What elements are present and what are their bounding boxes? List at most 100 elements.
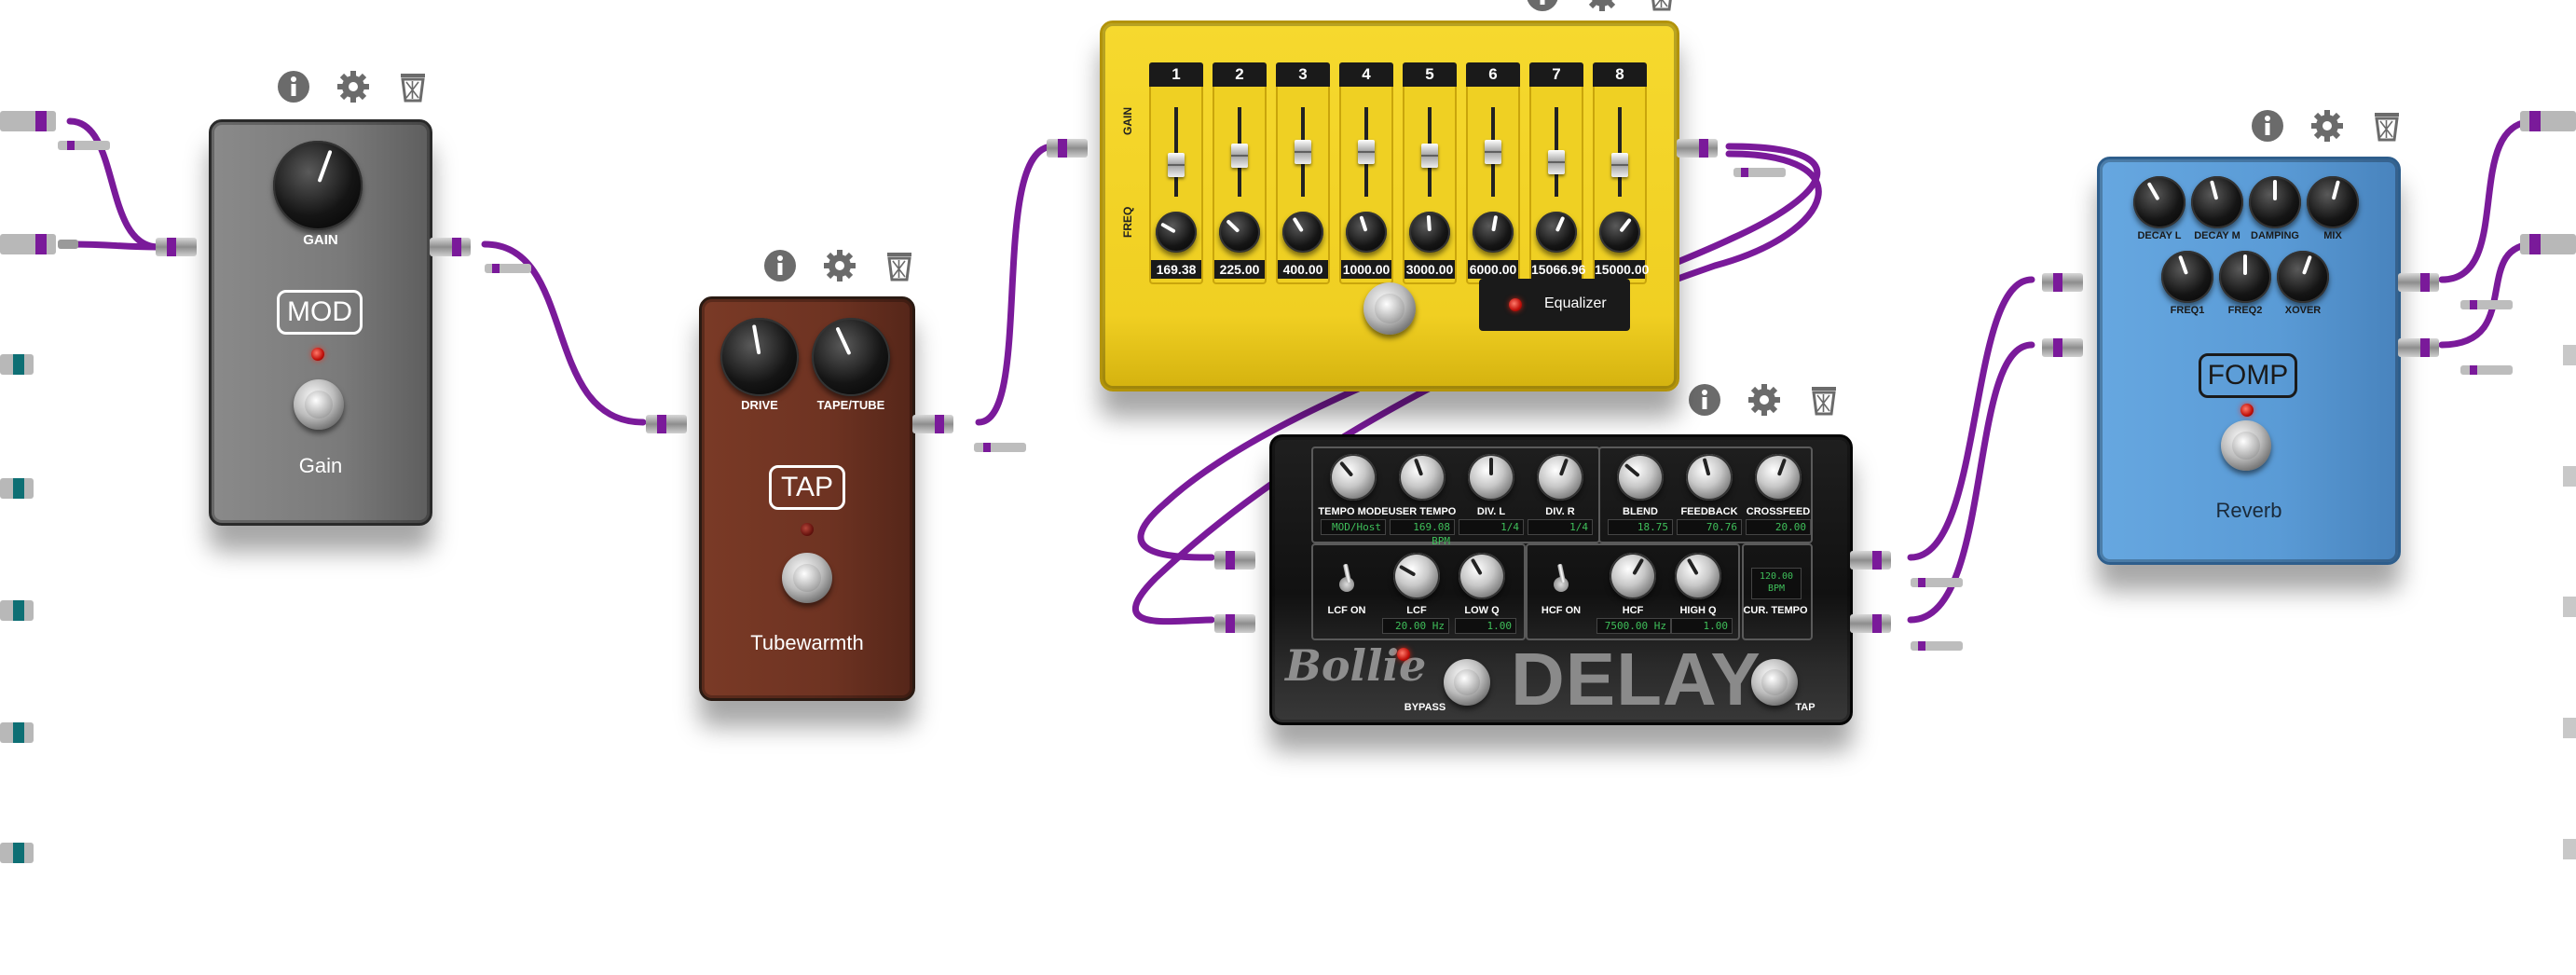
bypass-label: BYPASS [1404,702,1446,713]
eq-gain-fader[interactable] [1295,140,1311,164]
eq-gain-fader[interactable] [1358,140,1375,164]
gain-input-jack[interactable] [156,238,212,256]
cable-reverb-to-out-1 [2438,117,2539,283]
gain-pedal[interactable]: GAIN MOD Gain [156,119,471,526]
eq-freq-knob[interactable] [1473,212,1514,253]
eq-led [1509,298,1522,311]
reverb-knob[interactable] [2191,176,2243,228]
reverb-pedal[interactable]: DECAY L DECAY M DAMPING MIX FREQ1 FREQ2 XOVER … [2042,157,2439,565]
delay-timing-knob[interactable] [1330,454,1377,501]
eq-gain-fader[interactable] [1485,140,1501,164]
info-icon[interactable] [276,69,311,104]
tubewarmth-input-jack[interactable] [646,415,702,433]
lcf-knob[interactable] [1393,553,1440,599]
drive-knob[interactable] [720,318,799,396]
reverb-input-jack-2[interactable] [2042,338,2098,357]
reverb-footswitch[interactable] [2221,420,2271,471]
hcf-knob[interactable] [1610,553,1656,599]
gain-footswitch[interactable] [294,379,344,430]
info-icon[interactable] [762,248,798,283]
trash-icon[interactable] [1806,382,1842,418]
info-icon[interactable] [2250,108,2285,144]
info-icon[interactable] [1687,382,1722,418]
cable-system-in2-to-gain [66,240,162,251]
trash-icon[interactable] [882,248,917,283]
reverb-output-jack-1[interactable] [2398,273,2454,292]
eq-gain-fader[interactable] [1421,143,1438,168]
eq-freq-knob[interactable] [1599,212,1640,253]
gear-icon[interactable] [1584,0,1620,13]
cable-system-in1-to-gain [66,117,162,251]
delay-mix-label: CROSSFEED [1746,506,1811,517]
eq-freq-knob[interactable] [1346,212,1387,253]
delay-timing-knob[interactable] [1399,454,1446,501]
gear-icon[interactable] [822,248,857,283]
reverb-knob[interactable] [2307,176,2359,228]
eq-freq-row-label: FREQ [1121,206,1134,238]
hcf-on-label: HCF ON [1541,605,1582,616]
gear-icon[interactable] [2309,108,2345,144]
trash-icon[interactable] [2369,108,2405,144]
eq-freq-knob[interactable] [1409,212,1450,253]
trash-icon[interactable] [1644,0,1679,13]
bypass-footswitch[interactable] [1444,659,1490,706]
eq-freq-knob[interactable] [1219,212,1260,253]
delay-mix-knob[interactable] [1686,454,1733,501]
delay-timing-value: 1/4 [1459,519,1524,535]
delay-mix-knob[interactable] [1755,454,1802,501]
eq-gain-fader[interactable] [1611,153,1628,177]
gain-led [311,348,324,361]
eq-footswitch[interactable] [1363,282,1416,335]
reverb-knob[interactable] [2161,251,2213,303]
eq-freq-knob[interactable] [1156,212,1197,253]
gain-actions [276,69,431,104]
reverb-knob[interactable] [2249,176,2301,228]
tap-label: TAP [1795,702,1816,713]
eq-freq-knob[interactable] [1282,212,1323,253]
delay-timing-label: USER TEMPO [1388,506,1457,517]
reverb-knob[interactable] [2277,251,2329,303]
delay-pedal[interactable]: TEMPO MODE MOD/Host USER TEMPO 169.08 BPM DI… [1214,434,1891,725]
hcf-on-toggle[interactable] [1552,564,1570,596]
eq-gain-fader[interactable] [1168,153,1185,177]
tubewarmth-output-jack[interactable] [912,415,968,433]
reverb-knob[interactable] [2219,251,2271,303]
equalizer-pedal[interactable]: GAIN FREQ 1 169.38 2 225.00 3 400.00 4 1000.00 5… [1047,21,1718,391]
gain-knob[interactable] [273,141,363,230]
gear-icon[interactable] [336,69,371,104]
gain-brand: MOD [277,290,363,335]
tap-footswitch[interactable] [1751,659,1798,706]
gear-icon[interactable] [1747,382,1782,418]
system-output-2 [2520,234,2576,254]
eq-gain-fader[interactable] [1231,143,1248,168]
tape-tube-knob[interactable] [812,318,890,396]
lcf-on-toggle[interactable] [1337,564,1356,596]
low-q-knob[interactable] [1459,553,1505,599]
tubewarmth-brand: TAP [769,465,845,510]
eq-fader-track [1618,107,1622,197]
reverb-output-jack-2[interactable] [2398,338,2454,357]
trash-icon[interactable] [395,69,431,104]
info-icon[interactable] [1525,0,1560,13]
eq-output-jack[interactable] [1677,139,1733,158]
delay-output-jack-2[interactable] [1850,614,1906,633]
eq-input-jack[interactable] [1047,139,1103,158]
delay-output-jack-1[interactable] [1850,551,1906,570]
eq-gain-fader[interactable] [1548,149,1565,174]
eq-freq-knob[interactable] [1536,212,1577,253]
eq-gain-row-label: GAIN [1121,107,1134,135]
delay-input-jack-1[interactable] [1214,551,1270,570]
reverb-knob[interactable] [2133,176,2185,228]
high-q-knob[interactable] [1675,553,1721,599]
delay-mix-knob[interactable] [1617,454,1664,501]
eq-band-number: 5 [1403,62,1457,87]
tubewarmth-footswitch[interactable] [782,553,832,603]
low-q-value: 1.00 [1455,618,1516,634]
reverb-input-jack-1[interactable] [2042,273,2098,292]
delay-input-jack-2[interactable] [1214,614,1270,633]
gain-output-jack[interactable] [430,238,486,256]
tubewarmth-pedal[interactable]: DRIVE TAPE/TUBE TAP Tubewarmth [646,296,953,701]
delay-timing-knob[interactable] [1468,454,1514,501]
delay-timing-knob[interactable] [1537,454,1583,501]
reverb-brand: FOMP [2199,353,2297,398]
